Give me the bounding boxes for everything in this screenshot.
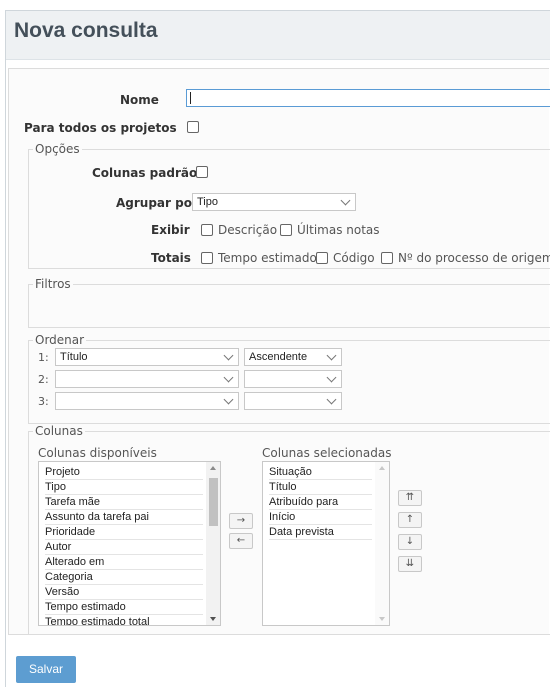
list-item[interactable]: Projeto xyxy=(45,466,203,480)
default-columns-checkbox[interactable] xyxy=(196,166,208,178)
available-columns-label: Colunas disponíveis xyxy=(38,446,157,460)
show-description-checkbox[interactable] xyxy=(201,224,213,236)
sort-index-2: 2: xyxy=(38,373,49,386)
scroll-down-icon[interactable] xyxy=(210,617,216,621)
list-item[interactable]: Situação xyxy=(269,466,372,480)
list-item[interactable]: Tempo estimado xyxy=(45,601,203,615)
sort-field-select-2[interactable] xyxy=(55,370,239,388)
page-title: Nova consulta xyxy=(14,19,158,42)
scroll-up-icon[interactable] xyxy=(210,466,216,470)
all-projects-checkbox[interactable] xyxy=(187,121,199,133)
show-last-notes-label: Últimas notas xyxy=(297,223,380,237)
show-last-notes-checkbox[interactable] xyxy=(280,224,292,236)
move-top-button[interactable]: ⇈ xyxy=(398,490,422,506)
text-caret xyxy=(190,92,191,104)
selected-columns-scrollbar[interactable] xyxy=(375,462,389,625)
scroll-up-icon[interactable] xyxy=(379,466,385,470)
list-item[interactable]: Categoria xyxy=(45,571,203,585)
selected-columns-list[interactable]: Situação Título Atribuído para Início Da… xyxy=(262,461,390,626)
sort-field-select-3[interactable] xyxy=(55,392,239,410)
chevron-down-icon xyxy=(326,350,337,361)
show-description-label: Descrição xyxy=(218,223,278,237)
list-item[interactable]: Atribuído para xyxy=(269,496,372,510)
available-columns-list[interactable]: Projeto Tipo Tarefa mãe Assunto da taref… xyxy=(38,461,221,626)
group-by-value: Tipo xyxy=(197,196,218,208)
sort-direction-select-2[interactable] xyxy=(244,370,342,388)
sort-direction-select-1[interactable]: Ascendente xyxy=(244,348,342,366)
move-down-button[interactable]: ↓ xyxy=(398,534,422,550)
total-code-checkbox[interactable] xyxy=(316,252,328,264)
sort-field-select-1[interactable]: Título xyxy=(55,348,239,366)
chevron-down-icon xyxy=(340,195,351,206)
title-bar: Nova consulta xyxy=(6,11,550,60)
chevron-down-icon xyxy=(326,372,337,383)
group-by-label: Agrupar por xyxy=(116,196,198,210)
list-item[interactable]: Alterado em xyxy=(45,556,203,570)
sort-index-1: 1: xyxy=(38,351,49,364)
name-label: Nome xyxy=(120,93,159,107)
columns-legend: Colunas xyxy=(33,424,85,438)
total-estimated-time-label: Tempo estimado xyxy=(218,251,317,265)
default-columns-label: Colunas padrão xyxy=(92,166,198,180)
sort-direction-value-1: Ascendente xyxy=(249,351,308,363)
total-origin-process-checkbox[interactable] xyxy=(381,252,393,264)
chevron-down-icon xyxy=(223,394,234,405)
available-columns-scrollbar[interactable] xyxy=(206,462,220,625)
chevron-down-icon xyxy=(326,394,337,405)
show-label: Exibir xyxy=(151,223,190,237)
list-item[interactable]: Título xyxy=(269,481,372,495)
total-estimated-time-checkbox[interactable] xyxy=(201,252,213,264)
sort-field-value-1: Título xyxy=(60,351,88,363)
save-button[interactable]: Salvar xyxy=(16,656,76,683)
sort-legend: Ordenar xyxy=(33,333,87,347)
list-item[interactable]: Assunto da tarefa pai xyxy=(45,511,203,525)
scrollbar-thumb[interactable] xyxy=(209,478,218,526)
list-item[interactable]: Versão xyxy=(45,586,203,600)
sort-direction-select-3[interactable] xyxy=(244,392,342,410)
list-item[interactable]: Data prevista xyxy=(269,526,372,540)
total-code-label: Código xyxy=(333,251,375,265)
sort-index-3: 3: xyxy=(38,395,49,408)
add-column-button[interactable]: → xyxy=(229,513,253,529)
list-item[interactable]: Tipo xyxy=(45,481,203,495)
filters-fieldset: Filtros xyxy=(28,277,550,328)
list-item[interactable]: Prioridade xyxy=(45,526,203,540)
chevron-down-icon xyxy=(223,372,234,383)
selected-columns-label: Colunas selecionadas xyxy=(262,446,392,460)
list-item[interactable]: Autor xyxy=(45,541,203,555)
name-input[interactable] xyxy=(186,89,550,107)
total-origin-process-label: Nº do processo de origem xyxy=(398,251,550,265)
move-up-button[interactable]: ↑ xyxy=(398,512,422,528)
list-item[interactable]: Início xyxy=(269,511,372,525)
chevron-down-icon xyxy=(223,350,234,361)
remove-column-button[interactable]: ← xyxy=(229,533,253,549)
list-item[interactable]: Tarefa mãe xyxy=(45,496,203,510)
scroll-down-icon[interactable] xyxy=(379,617,385,621)
list-item[interactable]: Tempo estimado total xyxy=(45,616,203,625)
options-legend: Opções xyxy=(33,142,82,156)
totals-label: Totais xyxy=(151,251,191,265)
group-by-select[interactable]: Tipo xyxy=(192,193,356,211)
filters-legend: Filtros xyxy=(33,277,73,291)
all-projects-label: Para todos os projetos xyxy=(24,121,177,135)
move-bottom-button[interactable]: ⇊ xyxy=(398,556,422,572)
